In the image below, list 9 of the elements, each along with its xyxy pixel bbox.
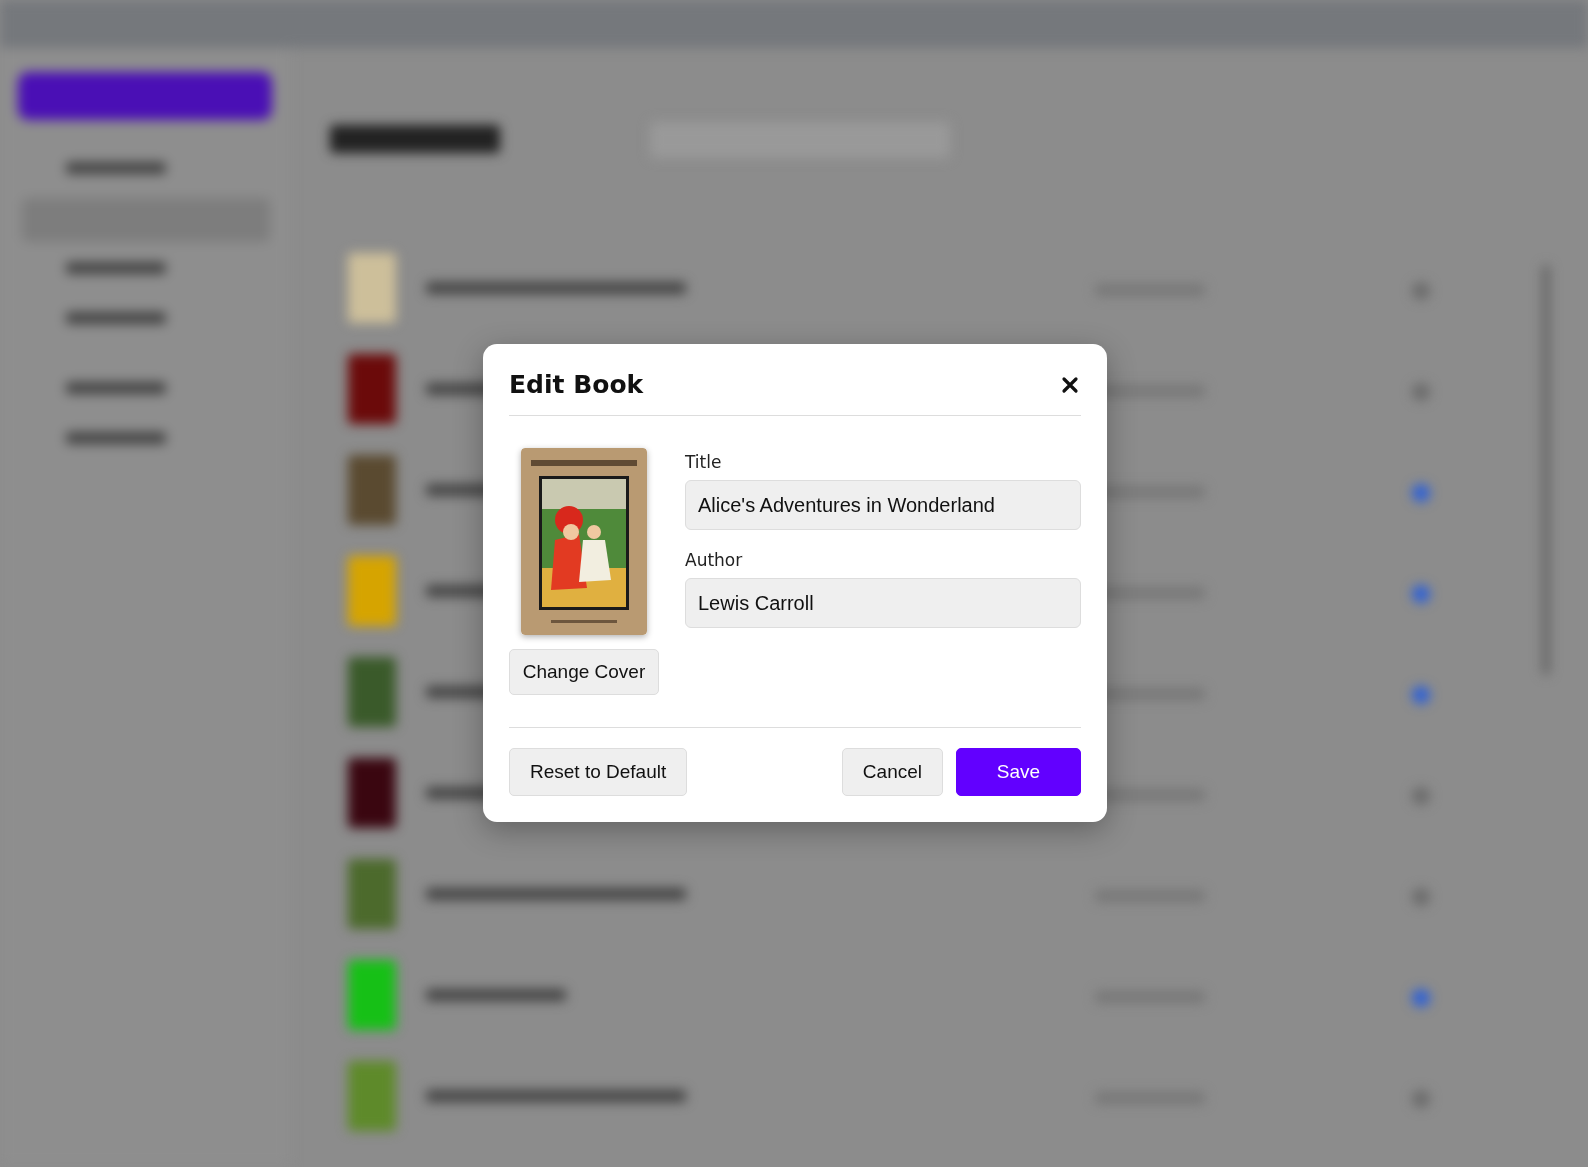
dialog-button[interactable]: Reset to Default (509, 748, 688, 796)
text-field[interactable]: Lewis Carroll (685, 578, 1081, 628)
change-cover-button[interactable]: Change Cover (509, 649, 659, 695)
text-field[interactable]: Alice's Adventures in Wonderland (685, 480, 1081, 530)
save-button[interactable]: Save (956, 748, 1081, 796)
field-label: Author (685, 550, 743, 570)
dialog-title: Edit Book (509, 370, 644, 399)
dialog-button[interactable]: Cancel (841, 748, 943, 796)
field-label: Title (685, 452, 722, 472)
